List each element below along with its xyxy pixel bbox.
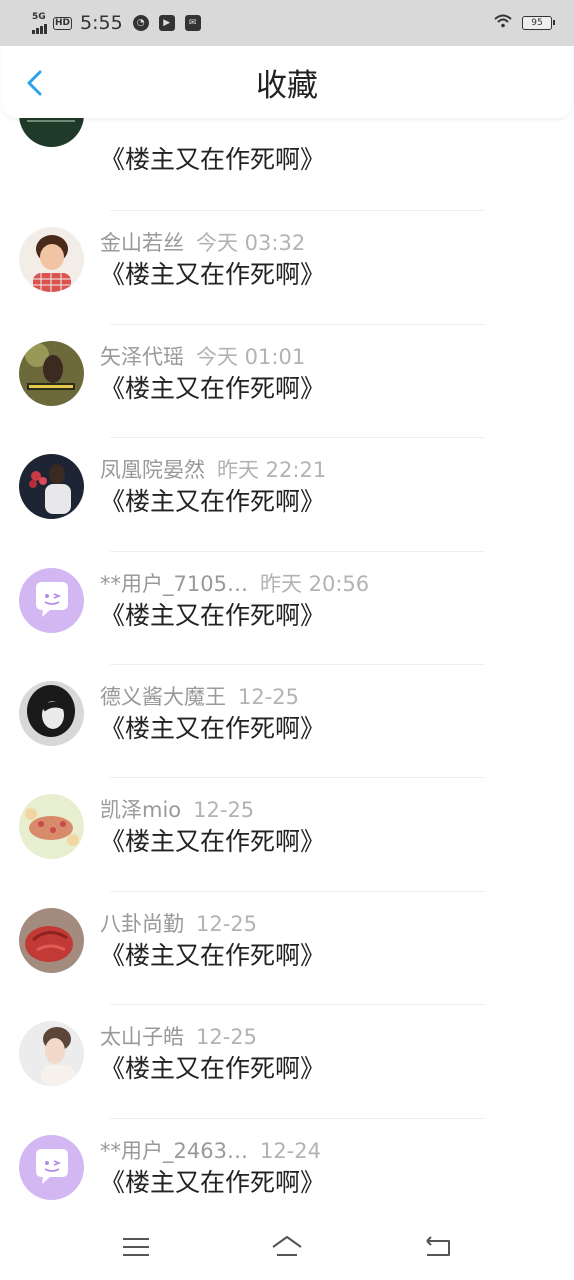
timestamp: 昨天 20:56 — [259, 571, 370, 596]
item-title[interactable]: 《楼主又在作死啊》 — [100, 255, 325, 291]
user-name[interactable]: 矢泽代瑶 — [100, 345, 184, 369]
timestamp: 今天 03:32 — [196, 231, 306, 256]
list-item[interactable]: 矢泽代瑶 今天 01:01 《楼主又在作死啊》 — [0, 325, 574, 439]
user-name[interactable]: **用户_7105… — [100, 572, 248, 596]
item-meta: 八卦尚勤 12-25 — [100, 908, 257, 938]
battery-icon: 95 — [522, 16, 555, 30]
item-meta: 凤凰院晏然 昨天 22:21 — [100, 454, 326, 484]
item-title[interactable]: 《楼主又在作死啊》 — [100, 1049, 325, 1085]
avatar[interactable] — [19, 227, 84, 293]
list-item[interactable]: 太山子皓 12-25 《楼主又在作死啊》 — [0, 1005, 574, 1119]
user-name[interactable]: 金山若丝 — [100, 231, 184, 255]
item-title[interactable]: 《楼主又在作死啊》 — [100, 709, 325, 745]
avatar[interactable] — [19, 1021, 84, 1087]
item-meta: 太山子皓 12-25 — [100, 1021, 257, 1051]
item-meta: 德义酱大魔王 12-25 — [100, 681, 299, 711]
avatar[interactable] — [19, 907, 84, 973]
user-name[interactable]: 凤凰院晏然 — [100, 458, 205, 482]
page-title: 收藏 — [256, 67, 318, 104]
return-icon — [426, 1236, 451, 1256]
item-title[interactable]: 《楼主又在作死啊》 — [100, 369, 325, 405]
item-title[interactable]: 《楼主又在作死啊》 — [100, 1163, 325, 1199]
item-title[interactable]: 《楼主又在作死啊》 — [100, 140, 325, 176]
avatar[interactable] — [19, 454, 84, 520]
timestamp: 12-25 — [196, 911, 258, 936]
list-item[interactable]: 金山若丝 今天 03:32 《楼主又在作死啊》 — [0, 211, 574, 325]
back-button[interactable] — [22, 68, 48, 98]
item-title[interactable]: 《楼主又在作死啊》 — [100, 482, 325, 518]
header: 收藏 — [2, 46, 572, 118]
home-button[interactable] — [267, 1232, 307, 1262]
item-meta: 凯泽mio 12-25 — [100, 794, 254, 824]
status-time: 5:55 — [80, 12, 123, 34]
list-item[interactable]: **用户_7105… 昨天 20:56 《楼主又在作死啊》 — [0, 552, 574, 665]
list-item[interactable]: 德义酱大魔王 12-25 《楼主又在作死啊》 — [0, 665, 574, 779]
user-name[interactable]: 凯泽mio — [100, 798, 181, 822]
chevron-left-icon — [27, 70, 42, 96]
wifi-icon — [494, 14, 512, 32]
mail-icon: ✉ — [184, 15, 201, 31]
signal-indicator: 5G — [32, 11, 47, 34]
avatar[interactable] — [19, 340, 84, 406]
avatar[interactable] — [19, 567, 84, 633]
timestamp: 12-25 — [196, 1025, 258, 1050]
timestamp: 昨天 22:21 — [217, 458, 327, 483]
item-meta: **用户_7105… 昨天 20:56 — [100, 568, 369, 598]
favorites-list: 猫草少女憨雅今天 04:18《楼主又在作死啊》金山若丝今天 03:32《楼主又在… — [0, 82, 574, 1232]
menu-button[interactable] — [116, 1232, 156, 1262]
hd-badge: HD — [53, 16, 73, 30]
avatar[interactable] — [19, 1134, 84, 1200]
timestamp: 今天 01:01 — [196, 344, 306, 369]
network-type-label: 5G — [32, 11, 46, 22]
list-item[interactable]: 八卦尚勤 12-25 《楼主又在作死啊》 — [0, 892, 574, 1006]
signal-bars-icon — [32, 22, 47, 34]
battery-level: 95 — [531, 18, 543, 28]
avatar[interactable] — [19, 794, 84, 860]
item-meta: 矢泽代瑶 今天 01:01 — [100, 341, 305, 371]
user-name[interactable]: 德义酱大魔王 — [100, 685, 226, 709]
home-icon — [272, 1236, 302, 1256]
system-nav-bar — [0, 1214, 574, 1280]
return-button[interactable] — [418, 1232, 458, 1262]
item-meta: **用户_2463… 12-24 — [100, 1135, 321, 1165]
timestamp: 12-24 — [259, 1138, 321, 1163]
timestamp: 12-25 — [238, 684, 300, 709]
item-meta: 金山若丝 今天 03:32 — [100, 227, 305, 257]
item-title[interactable]: 《楼主又在作死啊》 — [100, 596, 325, 632]
avatar[interactable] — [19, 680, 84, 746]
user-name[interactable]: **用户_2463… — [100, 1139, 248, 1163]
list-item[interactable]: 凤凰院晏然 昨天 22:21 《楼主又在作死啊》 — [0, 438, 574, 552]
speedometer-icon: ◔ — [132, 15, 149, 31]
user-name[interactable]: 太山子皓 — [100, 1025, 184, 1049]
timestamp: 12-25 — [193, 798, 255, 823]
user-name[interactable]: 八卦尚勤 — [100, 912, 184, 936]
play-icon: ▶ — [158, 15, 175, 31]
status-bar: 5G HD 5:55 ◔ ▶ ✉ 95 — [0, 0, 574, 46]
item-title[interactable]: 《楼主又在作死啊》 — [100, 936, 325, 972]
menu-icon — [122, 1238, 149, 1256]
list-item[interactable]: 凯泽mio 12-25 《楼主又在作死啊》 — [0, 778, 574, 892]
item-title[interactable]: 《楼主又在作死啊》 — [100, 822, 325, 858]
